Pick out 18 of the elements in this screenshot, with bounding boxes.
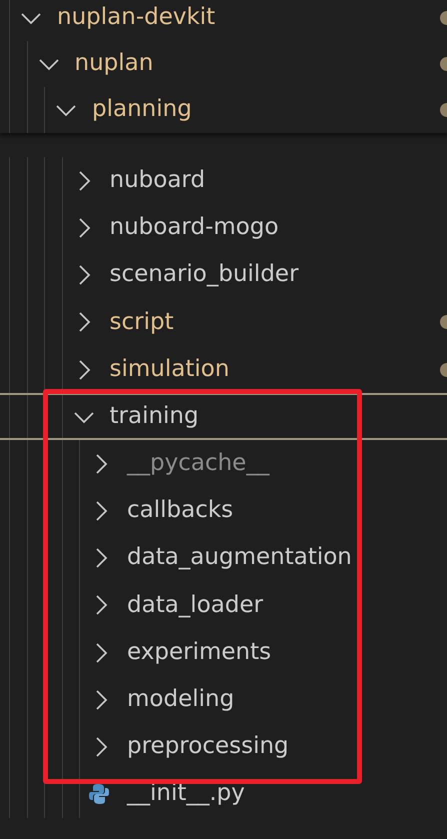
- folder-name[interactable]: simulation: [110, 356, 230, 384]
- folder-name[interactable]: nuplan-devkit: [57, 4, 216, 32]
- folder-name[interactable]: data_augmentation: [127, 544, 352, 572]
- folder-name[interactable]: nuboard-mogo: [110, 214, 279, 242]
- folder-name[interactable]: planning: [92, 96, 192, 124]
- folder-name[interactable]: callbacks: [127, 497, 234, 525]
- folder-name[interactable]: __pycache__: [127, 450, 270, 478]
- python-file-icon: [88, 783, 110, 806]
- folder-name[interactable]: data_loader: [127, 592, 264, 620]
- folder-name[interactable]: training: [110, 402, 199, 431]
- folder-name[interactable]: nuboard: [110, 166, 206, 195]
- folder-name[interactable]: nuplan: [74, 50, 154, 78]
- folder-name[interactable]: modeling: [127, 686, 234, 714]
- file-name[interactable]: __init__.py: [127, 780, 245, 808]
- folder-name[interactable]: scenario_builder: [110, 261, 299, 289]
- folder-name[interactable]: experiments: [127, 638, 272, 666]
- folder-name[interactable]: script: [110, 308, 174, 336]
- folder-name[interactable]: preprocessing: [127, 733, 289, 761]
